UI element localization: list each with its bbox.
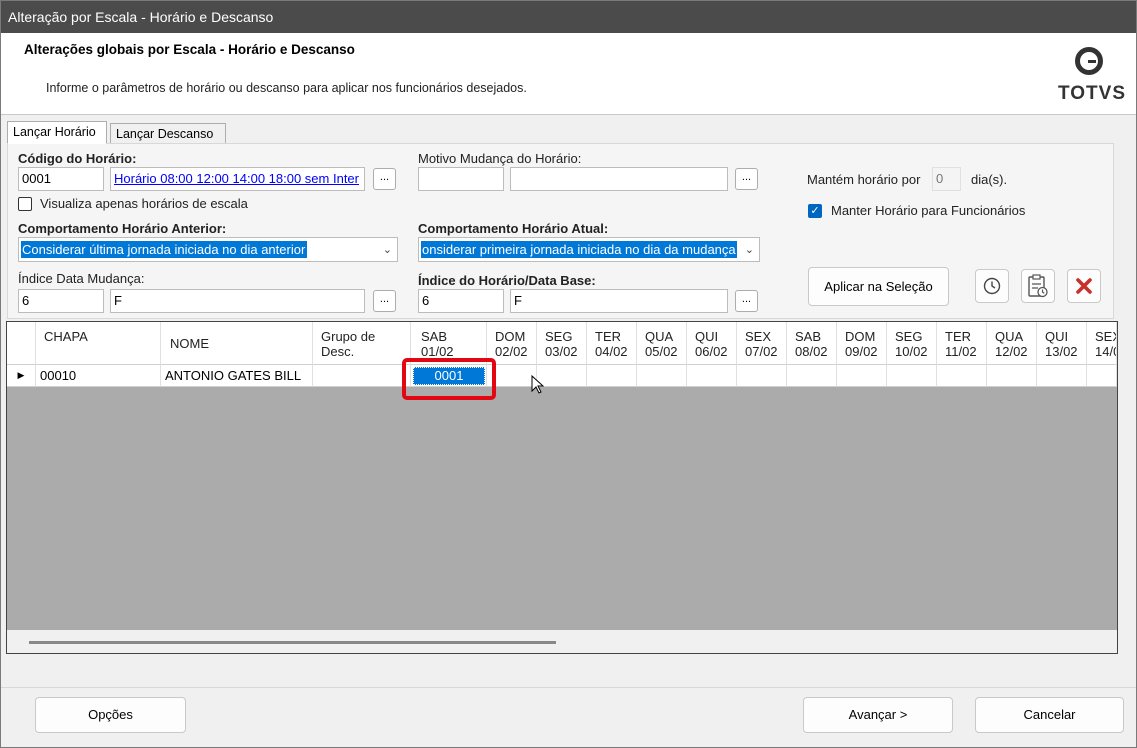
column-header-day[interactable]: SEG 10/02 [887,322,937,365]
comp-anterior-value: Considerar última jornada iniciada no di… [21,241,307,258]
indice-base-browse-button[interactable]: ... [735,290,758,312]
cell-day[interactable] [737,365,787,387]
mantem-label: Mantém horário por [807,172,921,187]
motivo-code-input[interactable] [418,167,504,191]
tab-lancar-descanso[interactable]: Lançar Descanso [110,123,226,144]
column-header-chapa[interactable]: CHAPA [36,322,161,365]
scrollbar-thumb[interactable] [29,641,556,644]
cell-grupo[interactable] [313,365,411,387]
employee-grid[interactable]: CHAPA NOME Grupo de Desc. SAB 01/02 DOM … [6,321,1118,654]
dialog-footer: Opções Avançar > Cancelar [1,687,1136,747]
form-panel: Código do Horário: 0001 Horário 08:00 12… [7,143,1114,319]
cell-day[interactable] [687,365,737,387]
mantem-unit: dia(s). [971,172,1008,187]
clipboard-button[interactable] [1021,269,1055,303]
clipboard-clock-icon [1028,274,1048,298]
visualiza-checkbox[interactable] [18,197,32,211]
clock-icon [983,277,1001,295]
manter-checkbox[interactable]: ✓ [808,204,822,218]
column-header-day[interactable]: QUI 13/02 [1037,322,1087,365]
cell-day[interactable] [987,365,1037,387]
cell-chapa[interactable]: 00010 [36,365,161,387]
comp-atual-label: Comportamento Horário Atual: [418,221,609,236]
indice-base-label: Índice do Horário/Data Base: [418,273,596,288]
cancelar-button[interactable]: Cancelar [975,697,1124,733]
codigo-browse-button[interactable]: ... [373,168,396,190]
chevron-down-icon: ⌄ [382,244,392,256]
avancar-button[interactable]: Avançar > [803,697,953,733]
column-header-nome[interactable]: NOME [161,322,313,365]
opcoes-button[interactable]: Opções [35,697,186,733]
codigo-description-link[interactable]: Horário 08:00 12:00 14:00 18:00 sem Inte… [110,167,365,191]
totvs-logo: TOTVS [1051,45,1131,107]
column-header-day[interactable]: QUI 06/02 [687,322,737,365]
header-subtitle: Informe o parâmetros de horário ou desca… [46,81,527,95]
cell-day[interactable] [1037,365,1087,387]
clock-button[interactable] [975,269,1009,303]
indice-base-input[interactable]: 6 [418,289,504,313]
delete-button[interactable] [1067,269,1101,303]
indice-base-desc: F [510,289,728,313]
cell-day[interactable] [887,365,937,387]
delete-x-icon [1076,278,1092,294]
motivo-label: Motivo Mudança do Horário: [418,151,582,166]
comp-atual-select[interactable]: onsiderar primeira jornada iniciada no d… [418,237,760,262]
logo-text: TOTVS [1058,83,1126,104]
totvs-logo-icon [1075,47,1103,75]
cell-day[interactable] [837,365,887,387]
column-header-day[interactable]: QUA 05/02 [637,322,687,365]
dialog-header: Alterações globais por Escala - Horário … [1,33,1136,115]
motivo-desc-input[interactable] [510,167,728,191]
column-header-day[interactable]: SEX 07/02 [737,322,787,365]
codigo-description-text[interactable]: Horário 08:00 12:00 14:00 18:00 sem Inte… [114,171,359,186]
window-title: Alteração por Escala - Horário e Descans… [1,1,1136,33]
column-header-day[interactable]: SEX 14/02 [1087,322,1117,365]
horizontal-scrollbar[interactable] [7,630,1117,653]
aplicar-selecao-button[interactable]: Aplicar na Seleção [808,267,949,306]
header-title: Alterações globais por Escala - Horário … [24,42,355,57]
cell-day[interactable] [787,365,837,387]
column-header-day[interactable]: TER 04/02 [587,322,637,365]
chevron-down-icon: ⌄ [744,244,754,256]
column-header-day[interactable]: QUA 12/02 [987,322,1037,365]
column-header-day[interactable]: SAB 08/02 [787,322,837,365]
codigo-input[interactable]: 0001 [18,167,104,191]
cell-day[interactable] [937,365,987,387]
mantem-days-input[interactable]: 0 [932,167,961,191]
manter-label: Manter Horário para Funcionários [831,203,1026,218]
indice-mudanca-browse-button[interactable]: ... [373,290,396,312]
cell-day[interactable] [637,365,687,387]
column-header-day[interactable]: TER 11/02 [937,322,987,365]
codigo-label: Código do Horário: [18,151,137,166]
column-header-day[interactable]: DOM 09/02 [837,322,887,365]
cell-day[interactable] [587,365,637,387]
highlight-annotation [402,358,496,400]
comp-atual-value: onsiderar primeira jornada iniciada no d… [421,241,737,258]
row-indicator-icon: ▶ [7,365,36,387]
indice-mudanca-label: Índice Data Mudança: [18,271,145,286]
cell-day[interactable] [1087,365,1117,387]
mouse-cursor-icon [531,375,545,394]
grid-corner-header [7,322,36,365]
dialog-window: Alteração por Escala - Horário e Descans… [0,0,1137,748]
tab-lancar-horario[interactable]: Lançar Horário [7,121,107,144]
indice-mudanca-desc: F [110,289,365,313]
motivo-browse-button[interactable]: ... [735,168,758,190]
column-header-grupo[interactable]: Grupo de Desc. [313,322,411,365]
visualiza-label: Visualiza apenas horários de escala [40,196,248,211]
column-header-day[interactable]: SEG 03/02 [537,322,587,365]
indice-mudanca-input[interactable]: 6 [18,289,104,313]
comp-anterior-select[interactable]: Considerar última jornada iniciada no di… [18,237,398,262]
cell-nome[interactable]: ANTONIO GATES BILL [161,365,313,387]
comp-anterior-label: Comportamento Horário Anterior: [18,221,227,236]
